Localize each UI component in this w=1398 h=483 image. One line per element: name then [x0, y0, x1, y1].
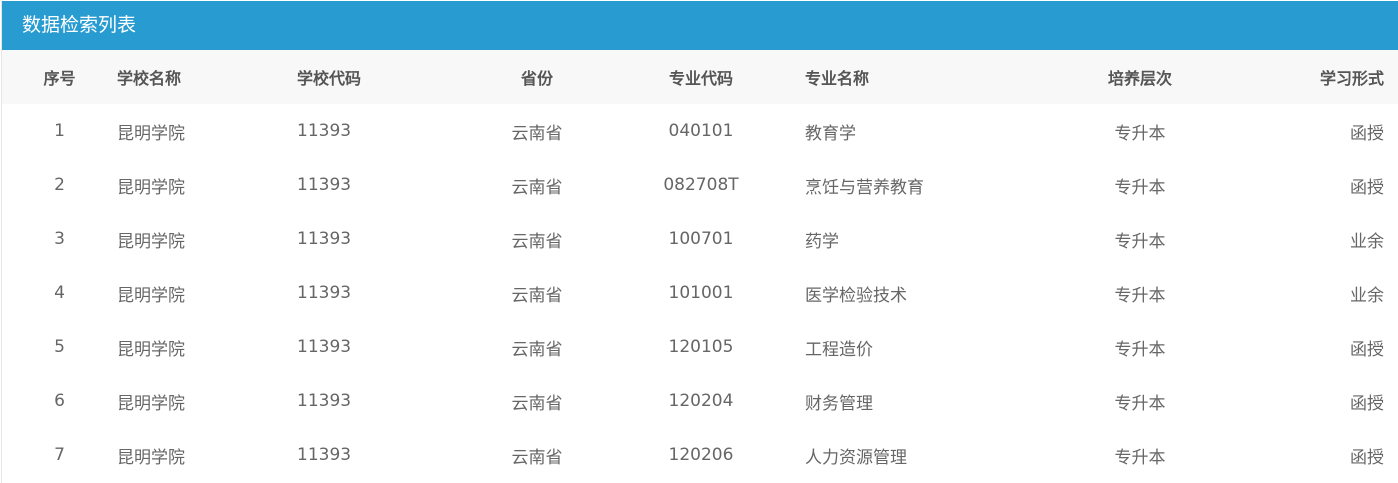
- cell-major-code: 040101: [668, 121, 734, 141]
- cell-level: 专升本: [1114, 393, 1166, 414]
- column-header-school-name: 学校名称: [117, 69, 182, 88]
- cell-index: 6: [54, 391, 65, 411]
- table-header-row: 序号 学校名称 学校代码 省份 专业代码 专业名称 培养层次 学习形式: [2, 50, 1398, 104]
- column-header-school-code: 学校代码: [297, 69, 362, 88]
- cell-school-code: 11393: [297, 229, 352, 249]
- cell-school-code: 11393: [297, 175, 352, 195]
- cell-study-form: 函授: [1350, 177, 1384, 198]
- data-table: 序号 学校名称 学校代码 省份 专业代码 专业名称 培养层次 学习形式 1 昆明…: [2, 50, 1398, 482]
- cell-province: 云南省: [511, 231, 563, 252]
- table-row: 6 昆明学院 11393 云南省 120204 财务管理 专升本 函授: [2, 374, 1398, 428]
- cell-school-name: 昆明学院: [117, 447, 185, 468]
- table-row: 5 昆明学院 11393 云南省 120105 工程造价 专升本 函授: [2, 320, 1398, 374]
- cell-study-form: 函授: [1350, 123, 1384, 144]
- cell-level: 专升本: [1114, 447, 1166, 468]
- cell-school-code: 11393: [297, 121, 352, 141]
- cell-major-name: 医学检验技术: [805, 285, 907, 306]
- cell-study-form: 函授: [1350, 393, 1384, 414]
- data-list-panel: 数据检索列表 序号 学校名称 学校代码 省份 专业代码 专业名称 培养层次 学习…: [1, 1, 1398, 483]
- cell-province: 云南省: [511, 447, 563, 468]
- cell-index: 4: [54, 283, 65, 303]
- cell-major-name: 药学: [805, 231, 839, 252]
- cell-major-name: 工程造价: [805, 339, 873, 360]
- cell-study-form: 业余: [1350, 285, 1384, 306]
- cell-study-form: 函授: [1350, 447, 1384, 468]
- cell-school-name: 昆明学院: [117, 177, 185, 198]
- cell-school-code: 11393: [297, 445, 352, 465]
- column-header-study-form: 学习形式: [1319, 69, 1384, 88]
- cell-major-name: 烹饪与营养教育: [805, 177, 924, 198]
- cell-school-name: 昆明学院: [117, 123, 185, 144]
- cell-level: 专升本: [1114, 177, 1166, 198]
- column-header-province: 省份: [520, 69, 553, 88]
- cell-major-code: 082708T: [663, 175, 739, 195]
- cell-level: 专升本: [1114, 339, 1166, 360]
- cell-province: 云南省: [511, 177, 563, 198]
- cell-major-code: 120204: [668, 391, 734, 411]
- cell-province: 云南省: [511, 393, 563, 414]
- cell-major-code: 100701: [668, 229, 734, 249]
- cell-index: 5: [54, 337, 65, 357]
- cell-index: 2: [54, 175, 65, 195]
- cell-school-name: 昆明学院: [117, 339, 185, 360]
- cell-school-name: 昆明学院: [117, 231, 185, 252]
- cell-province: 云南省: [511, 123, 563, 144]
- cell-school-code: 11393: [297, 337, 352, 357]
- table-row: 1 昆明学院 11393 云南省 040101 教育学 专升本 函授: [2, 104, 1398, 158]
- table-row: 7 昆明学院 11393 云南省 120206 人力资源管理 专升本 函授: [2, 428, 1398, 482]
- cell-province: 云南省: [511, 339, 563, 360]
- cell-level: 专升本: [1114, 285, 1166, 306]
- cell-province: 云南省: [511, 285, 563, 306]
- column-header-index: 序号: [43, 69, 76, 88]
- cell-index: 3: [54, 229, 65, 249]
- cell-major-name: 教育学: [805, 123, 856, 144]
- cell-major-code: 120105: [668, 337, 734, 357]
- cell-level: 专升本: [1114, 231, 1166, 252]
- column-header-level: 培养层次: [1107, 69, 1172, 88]
- cell-major-code: 101001: [668, 283, 734, 303]
- cell-major-code: 120206: [668, 445, 734, 465]
- cell-index: 7: [54, 445, 65, 465]
- panel-title: 数据检索列表: [2, 1, 1398, 50]
- table-row: 2 昆明学院 11393 云南省 082708T 烹饪与营养教育 专升本 函授: [2, 158, 1398, 212]
- cell-school-code: 11393: [297, 391, 352, 411]
- cell-study-form: 函授: [1350, 339, 1384, 360]
- table-row: 3 昆明学院 11393 云南省 100701 药学 专升本 业余: [2, 212, 1398, 266]
- cell-school-code: 11393: [297, 283, 352, 303]
- column-header-major-code: 专业代码: [668, 69, 733, 88]
- cell-study-form: 业余: [1350, 231, 1384, 252]
- cell-index: 1: [54, 121, 65, 141]
- cell-level: 专升本: [1114, 123, 1166, 144]
- table-row: 4 昆明学院 11393 云南省 101001 医学检验技术 专升本 业余: [2, 266, 1398, 320]
- cell-school-name: 昆明学院: [117, 393, 185, 414]
- cell-school-name: 昆明学院: [117, 285, 185, 306]
- cell-major-name: 财务管理: [805, 393, 873, 414]
- cell-major-name: 人力资源管理: [805, 447, 907, 468]
- column-header-major-name: 专业名称: [805, 69, 870, 88]
